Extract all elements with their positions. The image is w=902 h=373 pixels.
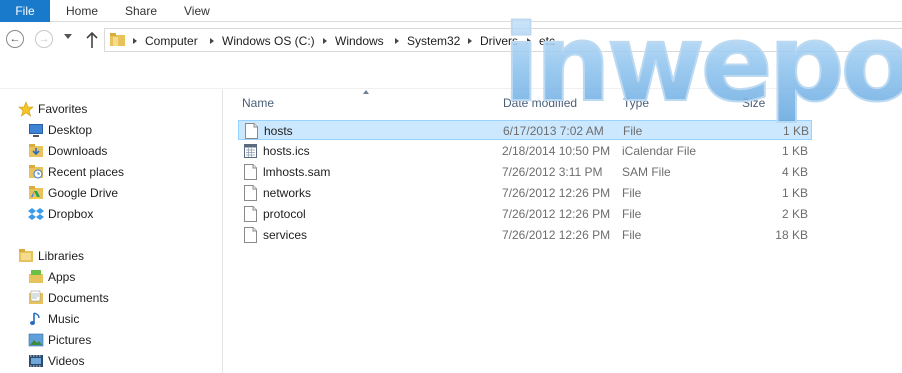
- column-header-size[interactable]: Size: [742, 95, 765, 111]
- back-arrow-icon: ←: [6, 30, 24, 48]
- file-icon: [244, 206, 257, 222]
- file-size: 18 KB: [775, 228, 808, 242]
- breadcrumb-drive[interactable]: Windows OS (C:): [222, 33, 315, 49]
- file-row[interactable]: hosts.ics 2/18/2014 10:50 PM iCalendar Fil…: [238, 141, 812, 161]
- downloads-icon: [29, 144, 43, 157]
- breadcrumb-separator-icon: [468, 38, 472, 44]
- tab-view[interactable]: View: [184, 0, 210, 22]
- breadcrumb-separator-icon: [210, 38, 214, 44]
- file-type: iCalendar File: [622, 144, 697, 158]
- nav-item-label: Dropbox: [48, 207, 94, 221]
- calendar-file-icon: [244, 144, 257, 158]
- file-date-modified: 2/18/2014 10:50 PM: [502, 144, 611, 158]
- file-date-modified: 7/26/2012 12:26 PM: [502, 186, 611, 200]
- file-row[interactable]: services 7/26/2012 12:26 PM File 18 KB: [238, 225, 812, 245]
- file-size: 1 KB: [782, 124, 809, 138]
- libraries-icon: [19, 249, 33, 262]
- file-icon: [245, 123, 258, 139]
- music-icon: [30, 312, 40, 325]
- forward-arrow-icon: →: [35, 30, 53, 48]
- documents-icon: [29, 290, 43, 304]
- file-size: 2 KB: [781, 207, 808, 221]
- nav-item-label: Google Drive: [48, 186, 119, 200]
- column-header-name[interactable]: Name: [242, 95, 274, 111]
- file-date-modified: 6/17/2013 7:02 AM: [503, 124, 604, 138]
- file-row[interactable]: protocol 7/26/2012 12:26 PM File 2 KB: [238, 204, 812, 224]
- address-row: ← → Computer Windows OS (C:) Windows Sys…: [0, 25, 902, 55]
- file-name: networks: [263, 186, 312, 200]
- file-date-modified: 7/26/2012 12:26 PM: [502, 228, 611, 242]
- column-header-date[interactable]: Date modified: [503, 95, 577, 111]
- file-size: 4 KB: [781, 165, 808, 179]
- file-name: lmhosts.sam: [263, 165, 331, 179]
- nav-item-label: Downloads: [48, 144, 108, 158]
- star-icon: [18, 101, 34, 117]
- breadcrumb-windows[interactable]: Windows: [335, 33, 384, 49]
- file-name: protocol: [263, 207, 306, 221]
- file-icon: [244, 164, 257, 180]
- back-button[interactable]: ←: [6, 30, 26, 50]
- tab-file[interactable]: File: [0, 0, 50, 22]
- nav-item-label: Pictures: [48, 333, 92, 347]
- address-bar[interactable]: Computer Windows OS (C:) Windows System3…: [104, 28, 902, 52]
- toolbar-spacer: [0, 55, 902, 89]
- forward-button[interactable]: →: [35, 30, 55, 50]
- nav-item-label: Apps: [48, 270, 76, 284]
- nav-libraries-label: Libraries: [38, 249, 85, 263]
- file-row[interactable]: networks 7/26/2012 12:26 PM File 1 KB: [238, 183, 812, 203]
- nav-item-label: Desktop: [48, 123, 93, 137]
- desktop-icon: [29, 124, 43, 137]
- breadcrumb-drivers[interactable]: Drivers: [480, 33, 518, 49]
- file-icon: [244, 185, 257, 201]
- column-header-type[interactable]: Type: [623, 95, 649, 111]
- breadcrumb-separator-icon: [133, 38, 137, 44]
- videos-icon: [29, 355, 43, 367]
- file-list: Name Date modified Type Size hosts 6/17/2…: [224, 90, 902, 373]
- folder-icon: [110, 33, 125, 46]
- nav-item-label: Documents: [48, 291, 109, 305]
- file-name: services: [263, 228, 308, 242]
- navigation-pane: Favorites Desktop Downloads Recent place…: [0, 90, 223, 373]
- file-name: hosts.ics: [263, 144, 310, 158]
- tab-share[interactable]: Share: [125, 0, 157, 22]
- file-name: hosts: [264, 124, 293, 138]
- breadcrumb-etc[interactable]: etc: [539, 33, 555, 49]
- file-icon: [244, 227, 257, 243]
- pictures-icon: [28, 333, 44, 347]
- nav-item-label: Music: [48, 312, 80, 326]
- file-size: 1 KB: [781, 186, 808, 200]
- sort-ascending-icon: [363, 90, 369, 94]
- up-arrow-icon[interactable]: [85, 31, 99, 49]
- nav-item-label: Recent places: [48, 165, 125, 179]
- breadcrumb-separator-icon: [395, 38, 399, 44]
- breadcrumb-system32[interactable]: System32: [407, 33, 460, 49]
- apps-icon: [29, 270, 43, 283]
- file-type: File: [623, 124, 643, 138]
- breadcrumb-separator-icon: [323, 38, 327, 44]
- tab-home[interactable]: Home: [66, 0, 98, 22]
- file-type: SAM File: [622, 165, 671, 179]
- dropbox-icon: [28, 208, 44, 220]
- breadcrumb-separator-icon: [527, 38, 531, 44]
- file-type: File: [622, 186, 642, 200]
- google-drive-icon: [29, 186, 43, 199]
- file-size: 1 KB: [781, 144, 808, 158]
- recent-locations-button[interactable]: [64, 34, 72, 39]
- file-date-modified: 7/26/2012 12:26 PM: [502, 207, 611, 221]
- file-type: File: [622, 207, 642, 221]
- recent-places-icon: [29, 165, 43, 179]
- nav-favorites-label: Favorites: [38, 102, 88, 116]
- file-type: File: [622, 228, 642, 242]
- nav-item-label: Videos: [48, 354, 85, 368]
- file-date-modified: 7/26/2012 3:11 PM: [502, 165, 603, 179]
- breadcrumb-computer[interactable]: Computer: [145, 33, 198, 49]
- ribbon-tabs: File Home Share View: [0, 0, 902, 22]
- file-row[interactable]: hosts 6/17/2013 7:02 AM File 1 KB: [238, 120, 812, 140]
- file-row[interactable]: lmhosts.sam 7/26/2012 3:11 PM SAM File 4 KB: [238, 162, 812, 182]
